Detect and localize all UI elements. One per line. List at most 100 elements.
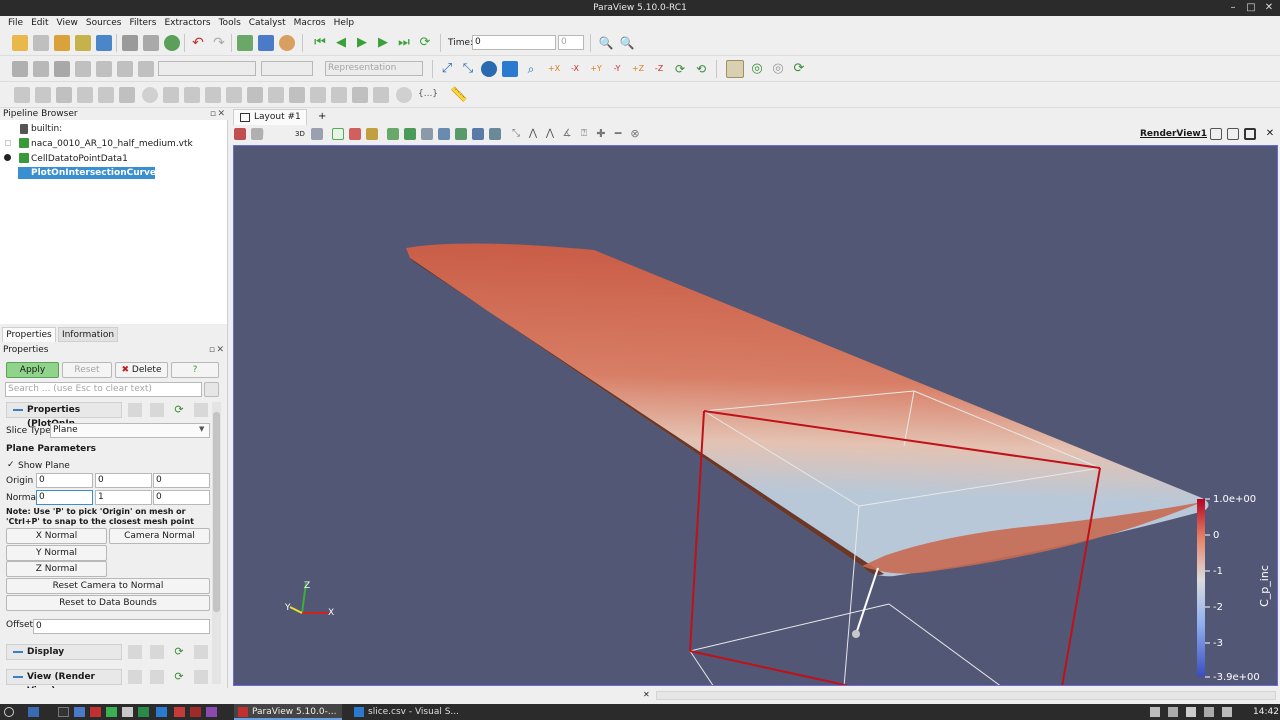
next-frame-icon[interactable]: ▶ [375, 35, 391, 51]
camera-undo-icon[interactable] [237, 35, 253, 51]
view-minus-z-icon[interactable]: -Z [651, 61, 667, 77]
tab-properties[interactable]: Properties [2, 327, 56, 342]
search-input[interactable]: Search ... (use Esc to clear text) [5, 382, 202, 397]
reload-icon[interactable]: ⟳ [172, 403, 186, 417]
slice-type-select[interactable]: Plane [50, 423, 210, 438]
add-layout-tab-button[interactable]: + [318, 111, 326, 122]
previous-frame-icon[interactable]: ◀ [333, 35, 349, 51]
app-purple-icon[interactable] [206, 707, 217, 717]
component-dropdown[interactable] [261, 61, 313, 76]
find-data-icon[interactable]: ⍰ [578, 128, 590, 140]
origin-x-input[interactable]: 0 [36, 473, 93, 488]
slice-icon[interactable] [77, 87, 93, 103]
color-by-dropdown[interactable] [158, 61, 256, 76]
view-minus-x-icon[interactable]: -X [567, 61, 583, 77]
copy-icon[interactable] [128, 670, 142, 684]
save-defaults-icon[interactable] [194, 645, 208, 659]
reload-icon[interactable]: ⟳ [172, 645, 186, 659]
select-points-through-icon[interactable] [387, 128, 399, 140]
offset-input[interactable]: 0 [33, 619, 210, 634]
zoom-to-data-icon[interactable]: 🔍 [598, 35, 614, 51]
reset-range-icon[interactable] [54, 61, 70, 77]
python-calculator-icon[interactable]: {...} [418, 89, 438, 99]
select-polygon-icon[interactable] [404, 128, 416, 140]
clear-selection-icon[interactable]: ⊗ [629, 128, 641, 140]
save-state-icon[interactable] [75, 35, 91, 51]
toggle-3d-button[interactable]: 3D [295, 130, 305, 138]
loop-icon[interactable]: ⟳ [417, 35, 433, 51]
menu-view[interactable]: View [57, 18, 78, 28]
zoom-to-box-alt-icon[interactable]: ⌕ [523, 61, 539, 77]
render-view[interactable]: Z X Y 1.0e+00 0 -1 -2 -3 -3.9e+00 C_p_inc [233, 145, 1278, 686]
split-vertical-icon[interactable] [1227, 128, 1239, 140]
apply-button[interactable]: Apply [6, 362, 59, 378]
spotify-icon[interactable] [106, 707, 117, 717]
group-datasets-icon[interactable] [205, 87, 221, 103]
hover-cells-icon[interactable] [472, 128, 484, 140]
menu-file[interactable]: File [8, 18, 23, 28]
extract-selection-icon[interactable]: ⋀ [544, 128, 556, 140]
last-frame-icon[interactable]: ⏭ [396, 35, 412, 51]
undo-icon[interactable]: ↶ [190, 35, 206, 51]
camera-redo-icon[interactable] [258, 35, 274, 51]
maximize-view-icon[interactable] [1244, 128, 1256, 140]
edit-color-map-icon[interactable] [33, 61, 49, 77]
camera-normal-button[interactable]: Camera Normal [109, 528, 210, 544]
play-icon[interactable]: ▶ [354, 35, 370, 51]
tray-bluetooth-icon[interactable] [1204, 707, 1214, 717]
clip-icon[interactable] [56, 87, 72, 103]
undock-icon[interactable]: ▫ [210, 108, 216, 120]
toggle-visibility-icon[interactable] [12, 61, 28, 77]
plane-normal-arrow[interactable] [855, 567, 879, 635]
normal-x-input[interactable]: 0 [36, 490, 93, 505]
probe-icon[interactable] [268, 87, 284, 103]
terminal-icon[interactable] [58, 707, 69, 717]
view-minus-y-icon[interactable]: -Y [609, 61, 625, 77]
reset-camera-icon[interactable]: ⤢ [439, 61, 455, 77]
start-menu-icon[interactable] [4, 707, 14, 717]
extract-subset-icon[interactable] [119, 87, 135, 103]
view-plus-x-icon[interactable]: +X [546, 61, 562, 77]
pick-center-icon[interactable]: ◎ [770, 61, 786, 77]
rescale-custom-icon[interactable] [75, 61, 91, 77]
pipeline-item-plotonintersectioncurves[interactable]: PlotOnIntersectionCurves1 [31, 168, 168, 178]
tray-volume-icon[interactable] [1168, 707, 1178, 717]
menu-tools[interactable]: Tools [219, 18, 241, 28]
x-normal-button[interactable]: X Normal [6, 528, 107, 544]
select-cells-on-icon[interactable] [332, 128, 344, 140]
y-normal-button[interactable]: Y Normal [6, 545, 107, 561]
descriptive-stats-icon[interactable] [352, 87, 368, 103]
app-red-icon[interactable] [174, 707, 185, 717]
rescale-temporal-icon[interactable] [117, 61, 133, 77]
open-file-icon[interactable] [12, 35, 28, 51]
copy-icon[interactable] [128, 403, 142, 417]
select-blocks-icon[interactable] [421, 128, 433, 140]
display-section-header[interactable]: Display [6, 644, 122, 660]
rescale-over-time-icon[interactable] [138, 61, 154, 77]
particle-tracer-icon[interactable] [396, 87, 412, 103]
shrink-selection-icon[interactable]: ⋀ [527, 128, 539, 140]
properties-section-header[interactable]: Properties (PlotOnIn [6, 402, 122, 429]
integrate-icon[interactable] [289, 87, 305, 103]
visibility-eye-icon[interactable] [5, 140, 11, 146]
grow-selection-icon[interactable]: ⤡ [510, 128, 522, 140]
histogram-icon[interactable] [310, 87, 326, 103]
time-step-spinbox[interactable]: 0 [558, 35, 584, 50]
show-desktop-icon[interactable] [28, 707, 39, 717]
select-points-on-icon[interactable] [349, 128, 361, 140]
redo-icon[interactable]: ↷ [211, 35, 227, 51]
disconnect-icon[interactable] [143, 35, 159, 51]
close-view-icon[interactable]: ✕ [1264, 128, 1276, 140]
save-data-icon[interactable] [54, 35, 70, 51]
time-input[interactable]: 0 [472, 35, 556, 50]
plot-selection-icon[interactable]: ∡ [561, 128, 573, 140]
paste-icon[interactable] [150, 645, 164, 659]
save-defaults-icon[interactable] [194, 403, 208, 417]
first-frame-icon[interactable]: ⏮ [312, 35, 328, 51]
vscode-icon[interactable] [156, 707, 167, 717]
hover-points-icon[interactable] [455, 128, 467, 140]
menu-sources[interactable]: Sources [86, 18, 122, 28]
pipeline-item-celldatatopointdata[interactable]: CellDatatoPointData1 [31, 154, 128, 164]
tray-network-icon[interactable] [1150, 707, 1160, 717]
select-points-interactive-icon[interactable] [489, 128, 501, 140]
